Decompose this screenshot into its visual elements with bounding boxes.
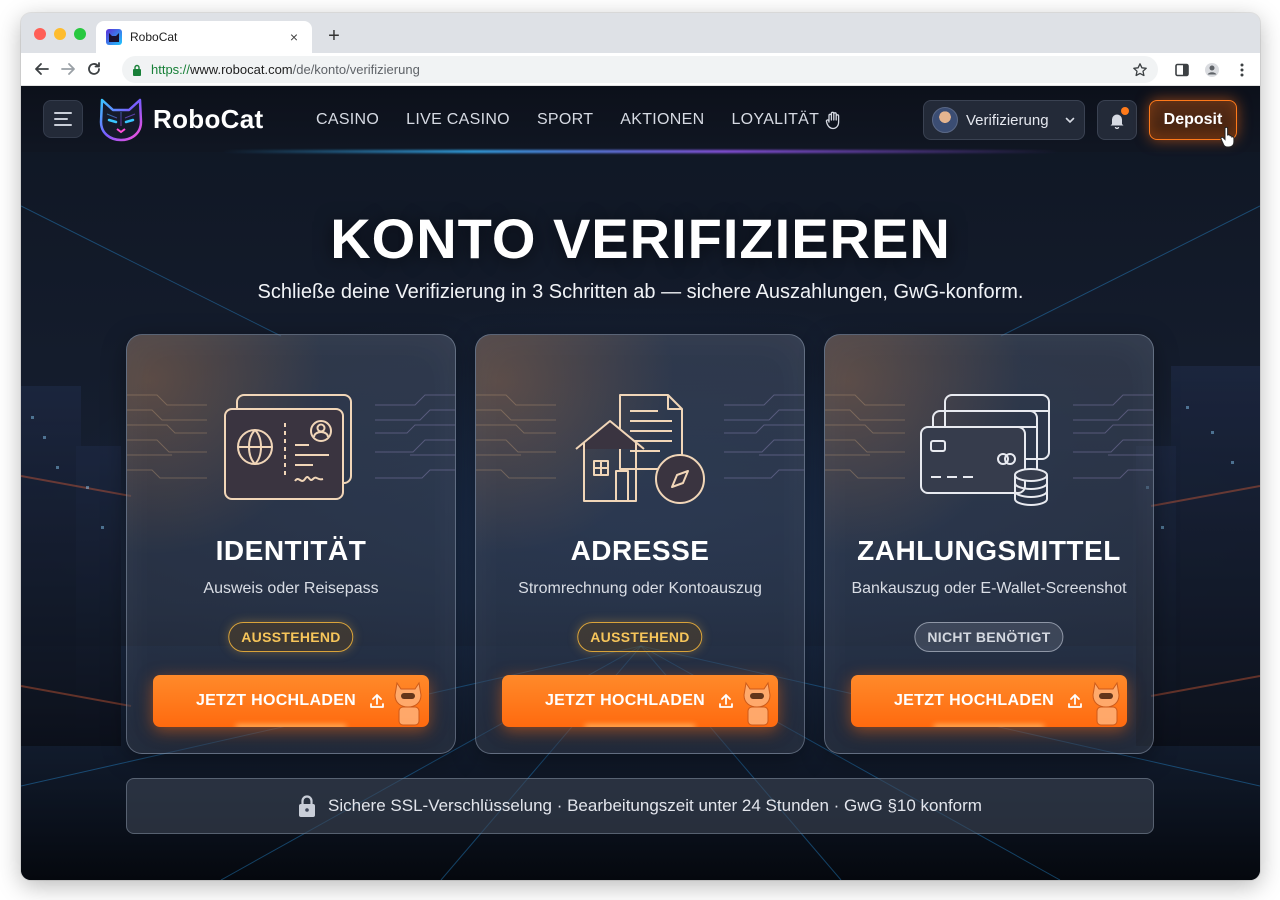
card-title: IDENTITÄT xyxy=(215,535,367,566)
upload-address-button[interactable]: JETZT HOCHLADEN xyxy=(502,675,778,727)
robot-mascot-icon xyxy=(743,681,771,726)
button-glow xyxy=(933,725,1045,727)
nav-loyalitaet-label: LOYALITÄT xyxy=(731,111,820,128)
verification-card-payment: ZAHLUNGSMITTEL Bankauszug oder E-Wallet-… xyxy=(824,334,1154,754)
card-description: Ausweis oder Reisepass xyxy=(203,580,379,597)
browser-toolbar: https://www.robocat.com/de/konto/verifiz… xyxy=(21,53,1260,86)
robot-hand-icon xyxy=(826,111,840,130)
card-title: ADRESSE xyxy=(570,535,710,566)
header-glow-line xyxy=(221,150,1060,153)
side-panel-icon[interactable] xyxy=(1170,57,1194,83)
security-info-text: Sichere SSL-Verschlüsselung · Bearbeitun… xyxy=(328,796,982,815)
chevron-down-icon xyxy=(1065,117,1075,124)
tab-title: RoboCat xyxy=(130,30,178,44)
verification-card-identity: IDENTITÄT Ausweis oder Reisepass AUSSTEH… xyxy=(126,334,456,754)
forward-icon[interactable] xyxy=(55,56,81,82)
robot-mascot-icon xyxy=(394,681,422,726)
lock-icon xyxy=(299,795,316,817)
upload-payment-button[interactable]: JETZT HOCHLADEN xyxy=(851,675,1127,727)
nav-sport[interactable]: SPORT xyxy=(537,110,593,130)
circuit-decoration xyxy=(375,394,455,479)
status-badge: NICHT BENÖTIGT xyxy=(914,622,1064,652)
cat-logo-icon xyxy=(99,98,143,142)
verification-label: Verifizierung xyxy=(966,111,1049,129)
upload-identity-button[interactable]: JETZT HOCHLADEN xyxy=(153,675,429,727)
new-tab-button[interactable]: + xyxy=(323,25,345,47)
nav-loyalitaet[interactable]: LOYALITÄT xyxy=(731,110,843,130)
tab-strip: RoboCat × + xyxy=(21,13,1260,53)
payment-cards-icon xyxy=(920,394,1050,506)
card-description: Stromrechnung oder Kontoauszug xyxy=(518,580,762,597)
maximize-window-button[interactable] xyxy=(74,28,86,40)
verification-card-address: ADRESSE Stromrechnung oder Kontoauszug A… xyxy=(475,334,805,754)
avatar xyxy=(932,107,958,133)
robocat-logo[interactable]: RoboCat xyxy=(97,96,263,142)
hand-cursor-icon xyxy=(1220,126,1235,148)
page-title: KONTO VERIFIZIEREN xyxy=(330,207,951,270)
robot-mascot-icon xyxy=(1092,681,1120,726)
button-glow xyxy=(584,725,696,727)
security-info-bar: Sichere SSL-Verschlüsselung · Bearbeitun… xyxy=(126,778,1154,834)
circuit-decoration xyxy=(724,394,804,479)
upload-icon xyxy=(1068,694,1082,708)
secure-lock-icon xyxy=(133,64,141,76)
notification-dot xyxy=(1121,107,1129,115)
circuit-decoration xyxy=(127,394,207,479)
favicon-icon xyxy=(106,29,122,45)
browser-tab[interactable]: RoboCat × xyxy=(96,21,312,53)
page-subtitle: Schließe deine Verifizierung in 3 Schrit… xyxy=(257,281,1024,303)
notifications-button[interactable] xyxy=(1097,100,1137,140)
upload-button-label: JETZT HOCHLADEN xyxy=(893,692,1055,709)
upload-icon xyxy=(370,694,384,708)
back-icon[interactable] xyxy=(29,56,55,82)
upload-icon xyxy=(719,694,733,708)
menu-kebab-icon[interactable] xyxy=(1230,57,1254,83)
status-badge: AUSSTEHEND xyxy=(577,622,703,652)
site-viewport: RoboCat CASINO LIVE CASINO SPORT AKTIONE… xyxy=(21,86,1260,880)
id-card-icon xyxy=(224,394,352,500)
tab-close-icon[interactable]: × xyxy=(286,29,302,45)
address-bar[interactable]: https://www.robocat.com/de/konto/verifiz… xyxy=(122,56,1158,83)
url-text: https://www.robocat.com/de/konto/verifiz… xyxy=(151,62,420,77)
status-badge: AUSSTEHEND xyxy=(228,622,354,652)
nav-live-casino[interactable]: LIVE CASINO xyxy=(406,110,510,130)
upload-button-label: JETZT HOCHLADEN xyxy=(195,692,357,709)
circuit-decoration xyxy=(825,394,905,479)
upload-button-label: JETZT HOCHLADEN xyxy=(544,692,706,709)
nav-casino[interactable]: CASINO xyxy=(316,110,379,130)
circuit-decoration xyxy=(476,394,556,479)
card-title: ZAHLUNGSMITTEL xyxy=(857,535,1121,566)
brand-name: RoboCat xyxy=(153,103,264,134)
nav-aktionen[interactable]: AKTIONEN xyxy=(620,110,704,130)
circuit-decoration xyxy=(1073,394,1153,479)
reload-icon[interactable] xyxy=(81,56,107,82)
bookmark-star-icon[interactable] xyxy=(1132,62,1148,78)
verification-dropdown[interactable]: Verifizierung xyxy=(923,100,1085,140)
minimize-window-button[interactable] xyxy=(54,28,66,40)
close-window-button[interactable] xyxy=(34,28,46,40)
house-document-icon xyxy=(575,394,705,504)
profile-icon[interactable] xyxy=(1200,57,1224,83)
main-nav: CASINO LIVE CASINO SPORT AKTIONEN LOYALI… xyxy=(316,110,843,130)
card-description: Bankauszug oder E-Wallet-Screenshot xyxy=(851,580,1127,597)
hamburger-menu-icon[interactable] xyxy=(43,100,83,138)
browser-window: RoboCat × + https://www.robocat.com/de/k… xyxy=(21,13,1260,880)
button-glow xyxy=(235,725,347,727)
site-header: RoboCat CASINO LIVE CASINO SPORT AKTIONE… xyxy=(21,86,1260,153)
